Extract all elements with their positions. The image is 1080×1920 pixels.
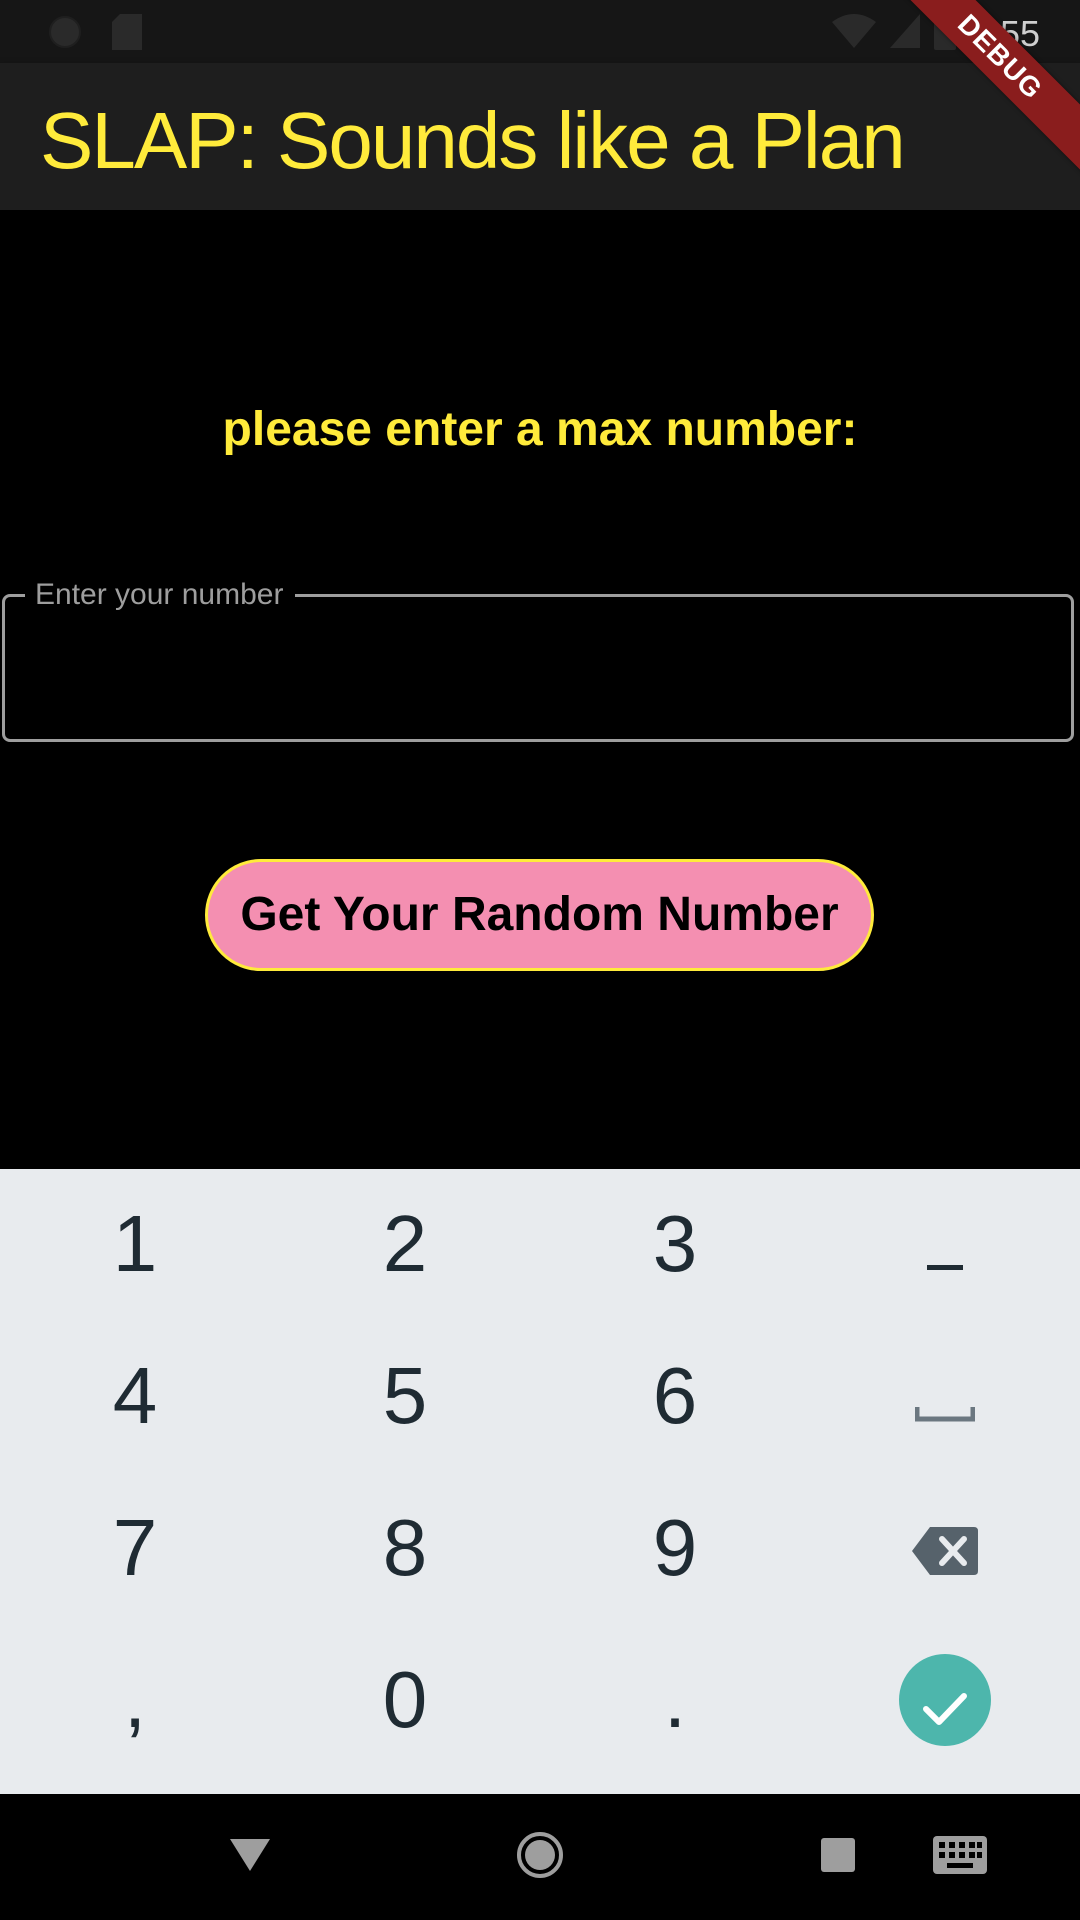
- done-button[interactable]: [899, 1654, 991, 1746]
- app-title: SLAP: Sounds like a Plan: [40, 96, 906, 185]
- keyboard-switch-button[interactable]: [930, 1827, 990, 1887]
- number-input-field[interactable]: Enter your number: [2, 575, 1074, 742]
- key-label: 8: [382, 1503, 428, 1592]
- sd-card-icon: [112, 14, 142, 55]
- key-9[interactable]: 9: [540, 1473, 810, 1623]
- space-icon: [914, 1350, 976, 1442]
- navigation-bar: [0, 1794, 1080, 1920]
- number-input[interactable]: [29, 633, 1043, 705]
- key-8[interactable]: 8: [270, 1473, 540, 1623]
- key-done[interactable]: [810, 1625, 1080, 1775]
- key-period[interactable]: .: [540, 1625, 810, 1775]
- key-label: 0: [382, 1655, 428, 1744]
- key-1[interactable]: 1: [0, 1169, 270, 1319]
- key-backspace[interactable]: [810, 1473, 1080, 1623]
- recents-icon: [821, 1837, 855, 1877]
- numeric-keyboard: 1 2 3 4 5 6 7 8 9 , 0 .: [0, 1169, 1080, 1794]
- key-label: ,: [123, 1655, 147, 1744]
- home-button[interactable]: [510, 1827, 570, 1887]
- cell-signal-icon: [889, 14, 920, 53]
- key-2[interactable]: 2: [270, 1169, 540, 1319]
- back-button[interactable]: [220, 1827, 280, 1887]
- prompt-text: please enter a max number:: [222, 403, 858, 456]
- number-input-label: Enter your number: [25, 575, 296, 615]
- key-5[interactable]: 5: [270, 1321, 540, 1471]
- key-label: 5: [382, 1351, 428, 1440]
- back-icon: [230, 1838, 270, 1876]
- checkmark-icon: [922, 1654, 968, 1746]
- recents-button[interactable]: [818, 1827, 858, 1887]
- key-label: 3: [652, 1199, 698, 1288]
- circle-status-icon: [48, 15, 82, 54]
- key-label: 9: [652, 1503, 698, 1592]
- wifi-icon: [831, 14, 876, 53]
- key-comma[interactable]: ,: [0, 1625, 270, 1775]
- app-bar: SLAP: Sounds like a Plan: [0, 63, 1080, 210]
- get-random-number-button[interactable]: Get Your Random Number: [205, 859, 874, 971]
- key-space[interactable]: [810, 1321, 1080, 1471]
- key-label: 2: [382, 1199, 428, 1288]
- key-label: 6: [652, 1351, 698, 1440]
- key-label: 1: [112, 1199, 158, 1288]
- home-icon: [515, 1830, 565, 1885]
- key-7[interactable]: 7: [0, 1473, 270, 1623]
- status-bar: 8:55: [0, 0, 1080, 63]
- backspace-icon: [912, 1502, 978, 1594]
- key-label: .: [663, 1655, 687, 1744]
- key-6[interactable]: 6: [540, 1321, 810, 1471]
- key-0[interactable]: 0: [270, 1625, 540, 1775]
- key-4[interactable]: 4: [0, 1321, 270, 1471]
- minus-icon: [927, 1198, 963, 1290]
- keyboard-icon: [933, 1835, 987, 1879]
- key-label: 4: [112, 1351, 158, 1440]
- key-minus[interactable]: [810, 1169, 1080, 1319]
- key-label: 7: [112, 1503, 158, 1592]
- key-3[interactable]: 3: [540, 1169, 810, 1319]
